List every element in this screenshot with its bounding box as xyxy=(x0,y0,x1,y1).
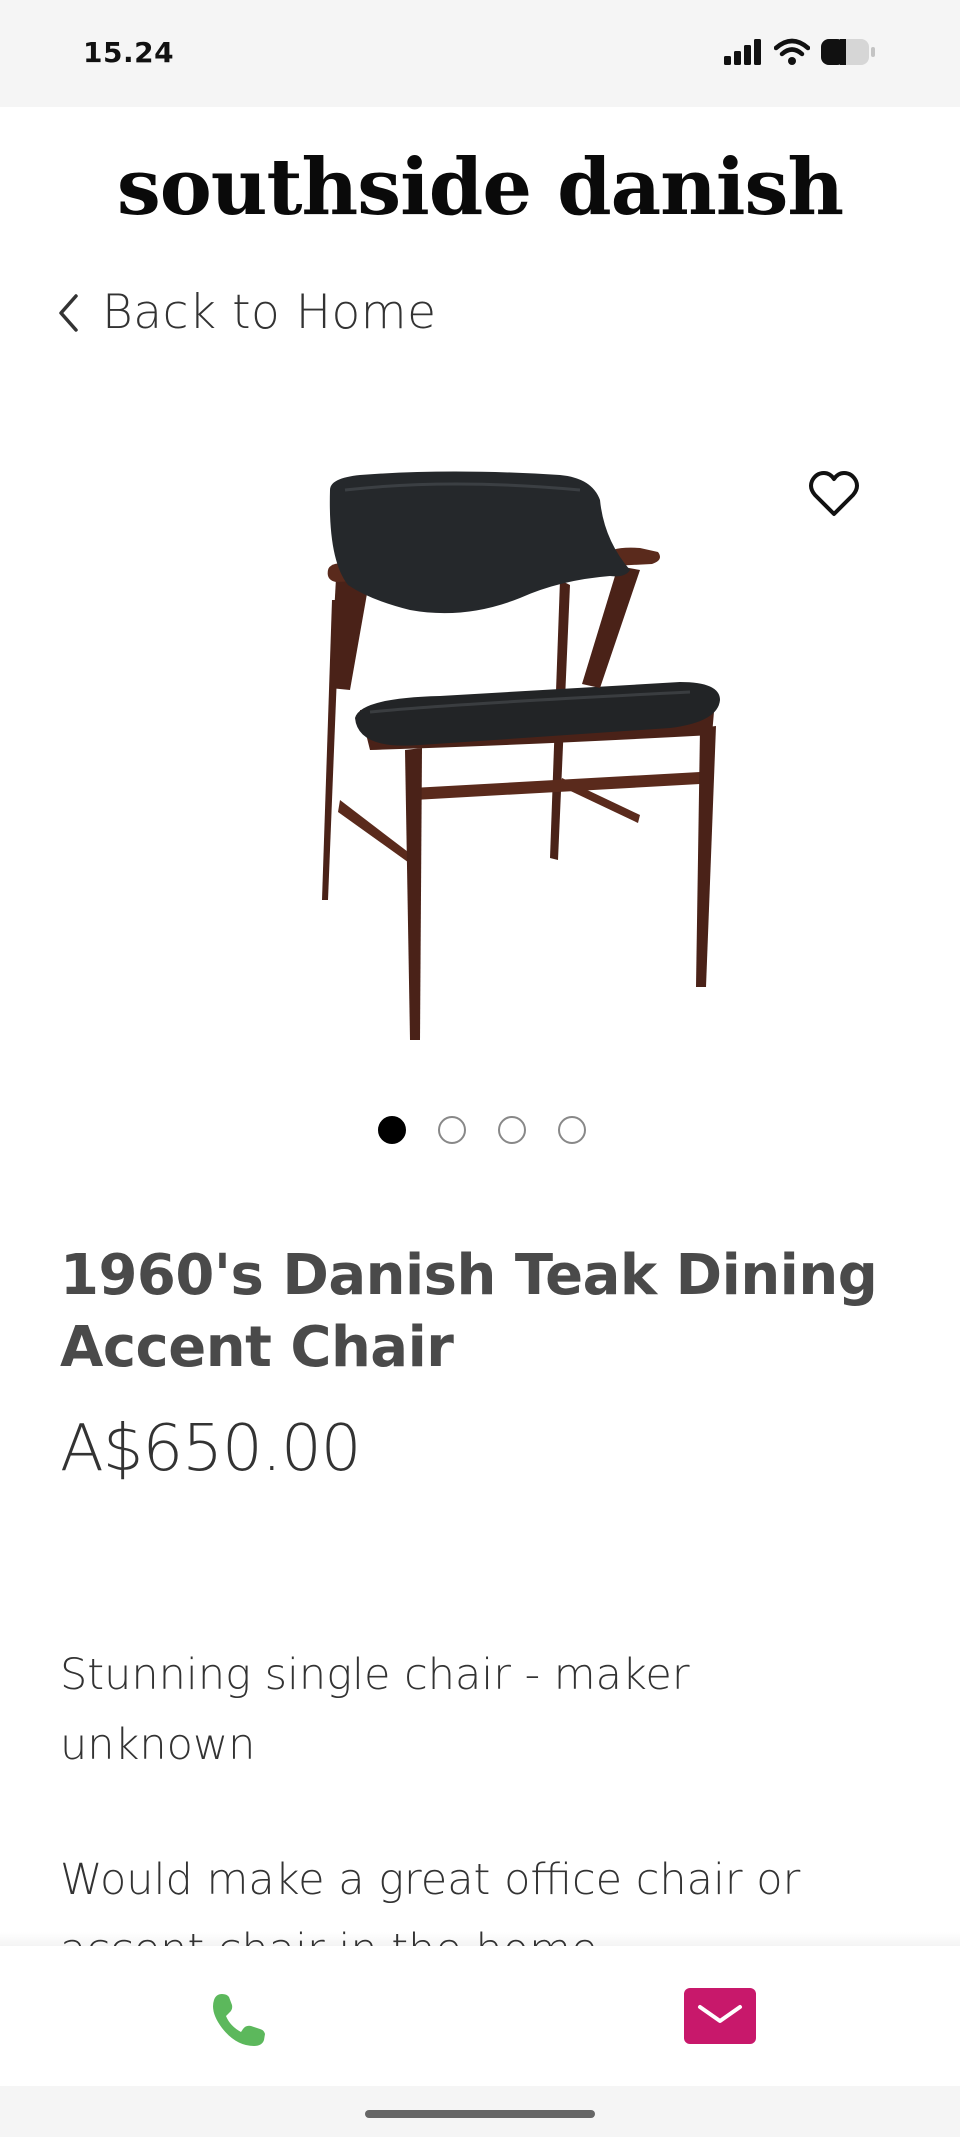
phone-icon xyxy=(213,1994,265,2046)
carousel-dot[interactable] xyxy=(558,1116,586,1144)
wifi-icon xyxy=(774,38,810,65)
envelope-icon xyxy=(698,2005,742,2023)
product-page: 15.24 southside danish Back to Home 1960… xyxy=(0,0,960,2137)
carousel-dot[interactable] xyxy=(438,1116,466,1144)
heart-outline-icon xyxy=(809,471,859,516)
wishlist-button[interactable] xyxy=(807,468,861,522)
battery-icon xyxy=(821,39,875,65)
status-bar: 15.24 xyxy=(0,0,960,107)
chevron-left-icon xyxy=(59,293,78,332)
product-price: A$650.00 xyxy=(60,1412,361,1486)
carousel-dots xyxy=(0,1116,960,1144)
signal-icon xyxy=(724,39,761,65)
status-time: 15.24 xyxy=(83,36,175,69)
contact-action-bar xyxy=(0,1946,960,2086)
brand-logo[interactable]: southside danish xyxy=(0,138,960,238)
carousel-dot[interactable] xyxy=(498,1116,526,1144)
back-link-label: Back to Home xyxy=(102,285,437,340)
email-button[interactable] xyxy=(684,1988,756,2044)
home-indicator-area xyxy=(0,2086,960,2137)
status-icons xyxy=(724,38,876,66)
product-image[interactable] xyxy=(300,460,740,1050)
product-title: 1960's Danish Teak Dining Accent Chair xyxy=(60,1243,878,1380)
carousel-dot[interactable] xyxy=(378,1116,406,1144)
home-indicator[interactable] xyxy=(365,2110,595,2118)
back-to-home-link[interactable]: Back to Home xyxy=(56,285,437,340)
description-paragraph: Stunning single chair - maker unknown xyxy=(60,1650,690,1770)
call-button[interactable] xyxy=(208,1990,268,2050)
